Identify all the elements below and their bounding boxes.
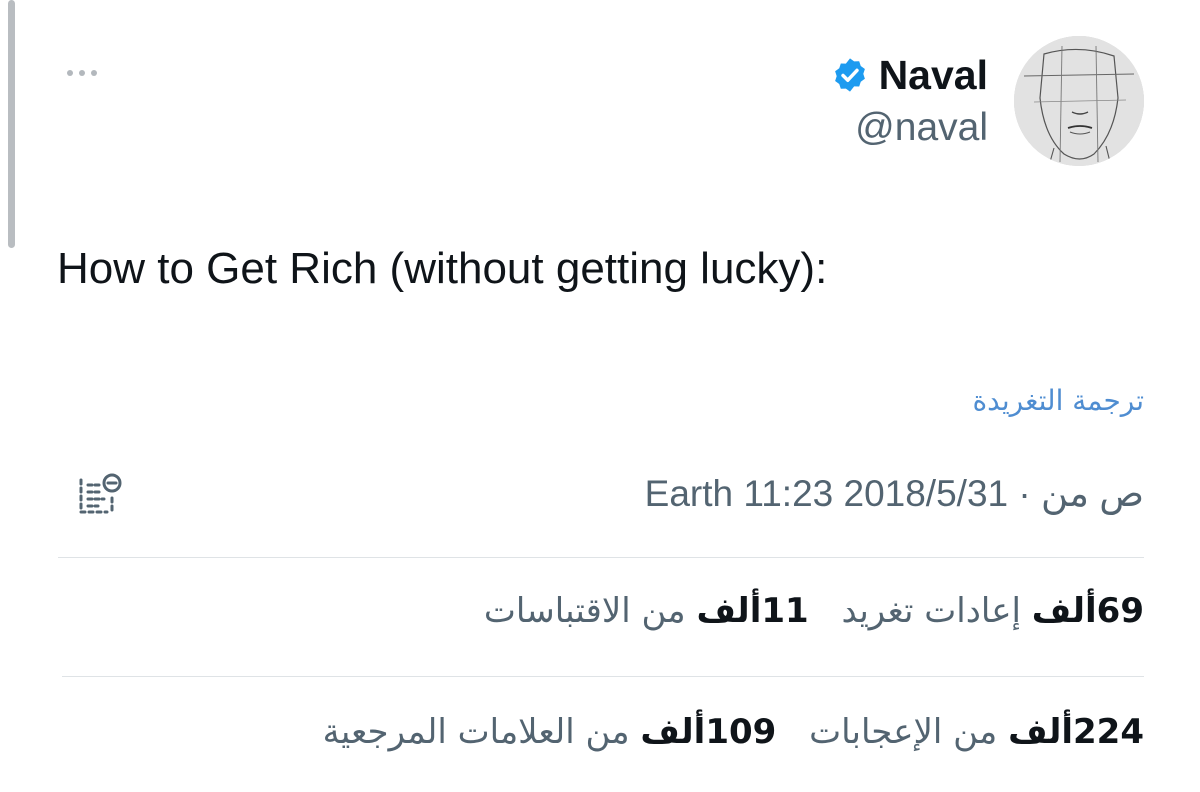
retweets-label: إعادات تغريد bbox=[841, 591, 1021, 631]
divider bbox=[58, 557, 1144, 558]
divider bbox=[62, 676, 1144, 677]
bookmarks-count: 109ألف bbox=[640, 712, 777, 752]
avatar[interactable] bbox=[1014, 36, 1144, 166]
more-dot-icon bbox=[79, 70, 85, 76]
likes-label: من الإعجابات bbox=[809, 712, 998, 752]
more-dot-icon bbox=[91, 70, 97, 76]
verified-badge-icon bbox=[834, 58, 865, 92]
retweets-stat[interactable]: 69ألف إعادات تغريد bbox=[842, 591, 1145, 631]
tweet-location[interactable]: Earth bbox=[645, 473, 733, 514]
quotes-label: من الاقتباسات bbox=[483, 591, 686, 631]
quotes-stat[interactable]: 11ألف من الاقتباسات bbox=[484, 591, 809, 631]
author-handle[interactable]: @naval bbox=[831, 106, 988, 150]
author-name-row: Naval bbox=[831, 46, 988, 104]
bookmarks-stat[interactable]: 109ألف من العلامات المرجعية bbox=[323, 712, 777, 752]
author-display-name[interactable]: Naval bbox=[879, 52, 988, 99]
more-dot-icon bbox=[67, 70, 73, 76]
scroll-indicator[interactable] bbox=[8, 0, 15, 248]
likes-stat[interactable]: 224ألف من الإعجابات bbox=[809, 712, 1144, 752]
avatar-sketch-image bbox=[1014, 36, 1144, 166]
engagement-stats-row: 69ألف إعادات تغريد 11ألف من الاقتباسات bbox=[484, 591, 1144, 631]
translate-tweet-link[interactable]: ترجمة التغريدة bbox=[972, 384, 1144, 417]
more-options-button[interactable] bbox=[60, 60, 104, 86]
tweet-date[interactable]: 2018/5/31 bbox=[844, 473, 1009, 514]
author-block[interactable]: Naval @naval bbox=[831, 46, 988, 150]
bookmarks-label: من العلامات المرجعية bbox=[322, 712, 630, 752]
community-notes-icon[interactable] bbox=[74, 470, 124, 520]
meta-separator: · bbox=[1018, 473, 1031, 514]
tweet-metadata: Earth 11:23 ص من · 2018/5/31 bbox=[645, 472, 1144, 515]
retweets-count: 69ألف bbox=[1031, 591, 1144, 631]
likes-count: 224ألف bbox=[1008, 712, 1144, 752]
engagement-stats-row: 224ألف من الإعجابات 109ألف من العلامات ا… bbox=[323, 712, 1144, 752]
quotes-count: 11ألف bbox=[696, 591, 809, 631]
tweet-text: How to Get Rich (without getting lucky): bbox=[57, 244, 828, 293]
